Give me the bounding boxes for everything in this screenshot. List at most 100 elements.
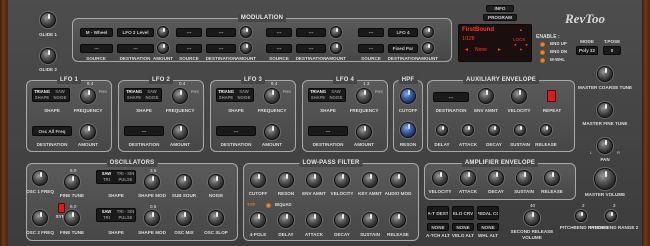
mod-amount-knob-2[interactable]	[157, 42, 169, 54]
osc1-shape-selector[interactable]: SAW TRI - SIN TRI PULSE	[96, 170, 136, 184]
aux-env-delay-knob[interactable]	[436, 124, 448, 136]
lfo2-shape-noise[interactable]: NOISE	[143, 95, 161, 101]
mod-source-3[interactable]: ---	[176, 28, 202, 37]
master-fine-tune-knob[interactable]	[597, 102, 613, 118]
lpf-sustain-knob[interactable]	[362, 212, 378, 228]
amp-velocity-knob[interactable]	[432, 170, 448, 186]
osc-slop-knob[interactable]	[208, 210, 224, 226]
osc-mix-knob[interactable]	[176, 210, 192, 226]
lcd-arrow-down[interactable]: ▼	[519, 47, 523, 52]
amp-decay-knob[interactable]	[488, 170, 504, 186]
lcd-prev-arrow[interactable]: ◄	[464, 47, 469, 53]
lfo1-shape-noise[interactable]: NOISE	[51, 95, 69, 101]
program-button[interactable]: PROGRAM	[483, 14, 517, 21]
mod-source-2[interactable]: ---	[80, 44, 113, 53]
hpf-cutoff-knob[interactable]	[400, 88, 416, 104]
a-tch-none-display[interactable]: NONE	[427, 223, 449, 231]
pitchbend-range1-knob[interactable]	[575, 210, 587, 222]
pan-knob[interactable]	[597, 138, 613, 154]
mod-dest-4[interactable]: ---	[206, 44, 236, 53]
mod-source-1[interactable]: M - Wheel	[80, 28, 113, 37]
mod-amount-knob-5[interactable]	[330, 26, 342, 38]
osc2-freq-knob[interactable]	[32, 210, 48, 226]
lfo4-shape-selector[interactable]: TRIANG SAW SHAPE NOISE	[308, 88, 346, 102]
lfo3-shape-shape[interactable]: SHAPE	[217, 95, 235, 101]
pitchbend-range2-knob[interactable]	[605, 210, 617, 222]
lpf-cutoff-knob[interactable]	[250, 172, 266, 188]
mod-dest-3[interactable]: ---	[206, 28, 236, 37]
mod-amount-knob-3[interactable]	[240, 26, 252, 38]
mode-display[interactable]: Poly 32	[576, 46, 598, 55]
lpf-velocity-knob[interactable]	[334, 172, 350, 188]
aftertouch-dest-display[interactable]: A-T DEST	[427, 206, 449, 220]
osc2-shape-tri[interactable]: TRI	[97, 215, 116, 221]
lfo1-shape-selector[interactable]: TRIANG SAW SHAPE NOISE	[32, 88, 70, 102]
lpf-reson-knob[interactable]	[278, 172, 294, 188]
sub-sour-knob[interactable]	[176, 174, 192, 190]
lfo1-amount-knob[interactable]	[80, 124, 96, 140]
osc2-shape-mod-knob[interactable]	[144, 210, 160, 226]
lfo1-shape-shape[interactable]: SHAPE	[33, 95, 51, 101]
mod-source-5[interactable]: ---	[266, 28, 292, 37]
lfo3-frequency-knob[interactable]	[264, 88, 280, 104]
glide1-knob[interactable]	[40, 12, 56, 28]
lfo3-shape-selector[interactable]: TRIANG SAW SHAPE NOISE	[216, 88, 254, 102]
master-coarse-tune-knob[interactable]	[597, 66, 613, 82]
lcd-arrow-up[interactable]: ▲	[519, 27, 523, 32]
lpf-biquad-led[interactable]	[266, 203, 271, 208]
osc1-shape-tri[interactable]: TRI	[97, 177, 116, 183]
whl-none-display[interactable]: NONE	[477, 223, 499, 231]
osc2-shape-selector[interactable]: SAW TRI - SIN TRI PULSE	[96, 208, 136, 222]
lfo3-amount-knob[interactable]	[264, 124, 280, 140]
mod-amount-knob-8[interactable]	[422, 42, 434, 54]
master-volume-knob[interactable]	[594, 168, 616, 190]
lfo3-destination-display[interactable]: ---	[216, 126, 256, 136]
enable-bnd-up-led[interactable]	[540, 42, 545, 47]
mod-source-6[interactable]: ---	[266, 44, 292, 53]
amp-attack-knob[interactable]	[460, 170, 476, 186]
aux-env-attack-knob[interactable]	[462, 124, 474, 136]
lpf-attack-knob[interactable]	[306, 212, 322, 228]
tpose-display[interactable]: 0	[603, 46, 621, 55]
lfo4-shape-noise[interactable]: NOISE	[327, 95, 345, 101]
lfo4-frequency-knob[interactable]	[356, 88, 372, 104]
lfo3-shape-noise[interactable]: NOISE	[235, 95, 253, 101]
aux-env-velocity-knob[interactable]	[511, 88, 527, 104]
lpf-env-amnt-knob[interactable]	[306, 172, 322, 188]
lcd-arrow-left[interactable]: ◄	[513, 42, 517, 47]
mod-source-7[interactable]: ---	[358, 28, 384, 37]
enable-m-whl-led[interactable]	[540, 58, 545, 63]
velo-crve-display[interactable]: VELO CRVE	[452, 206, 474, 220]
lpf-delay-knob[interactable]	[278, 212, 294, 228]
amp-release-knob[interactable]	[544, 170, 560, 186]
lfo4-destination-display[interactable]: ---	[308, 126, 348, 136]
aux-env-release-knob[interactable]	[540, 124, 552, 136]
lfo4-amount-knob[interactable]	[356, 124, 372, 140]
osc1-shape-pulse[interactable]: PULSE	[116, 177, 135, 183]
mod-dest-6[interactable]: ---	[296, 44, 326, 53]
osc1-fine-tune-knob[interactable]	[64, 174, 80, 190]
lcd-arrow-right[interactable]: ►	[525, 42, 529, 47]
aux-env-destination-display[interactable]: ---	[433, 92, 469, 102]
mod-amount-knob-4[interactable]	[240, 42, 252, 54]
second-release-knob[interactable]	[524, 210, 540, 226]
mod-dest-2[interactable]: ---	[117, 44, 154, 53]
lcd-next-arrow[interactable]: ►	[497, 47, 502, 53]
lpf-release-knob[interactable]	[390, 212, 406, 228]
aux-env-decay-knob[interactable]	[488, 124, 500, 136]
glide2-knob[interactable]	[40, 48, 56, 64]
lpf-pole-switch[interactable]	[250, 212, 266, 228]
lfo2-frequency-knob[interactable]	[172, 88, 188, 104]
aux-env-repeat-button[interactable]	[547, 90, 556, 102]
aux-env-sustain-knob[interactable]	[514, 124, 526, 136]
amp-sustain-knob[interactable]	[516, 170, 532, 186]
aux-env-amount-knob[interactable]	[478, 88, 494, 104]
lfo1-frequency-knob[interactable]	[80, 88, 96, 104]
osc2-shape-pulse[interactable]: PULSE	[116, 215, 135, 221]
lpf-key-amnt-knob[interactable]	[362, 172, 378, 188]
osc2-fine-tune-knob[interactable]	[64, 210, 80, 226]
pedal-cc-display[interactable]: PEDAL CC	[477, 206, 499, 220]
mod-dest-5[interactable]: ---	[296, 28, 326, 37]
lfo1-destination-display[interactable]: Osc All Freq	[32, 126, 72, 136]
sync-button[interactable]	[58, 203, 65, 213]
